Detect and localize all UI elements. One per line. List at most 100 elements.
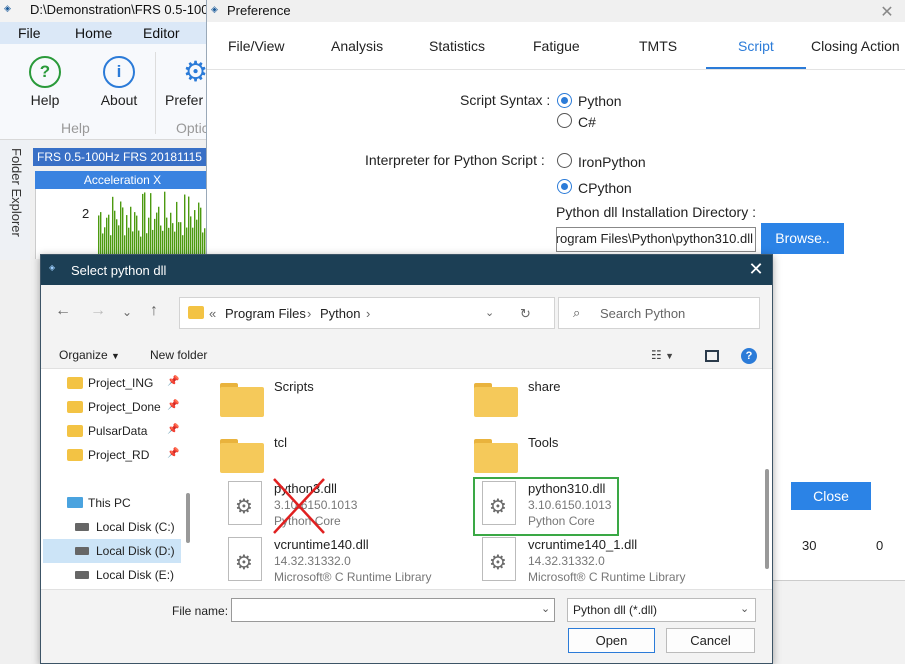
nav-item[interactable]: Local Disk (C:) [65,517,187,539]
help-icon[interactable]: ? [741,348,757,364]
breadcrumb-separator-icon: › [307,306,312,321]
spectrum-bar [170,212,172,259]
highlight-annotation [473,477,619,536]
new-folder-button[interactable]: New folder [150,348,207,362]
folder-item[interactable]: share [474,375,724,431]
spectrum-bar [134,212,136,259]
spectrum-bar [142,193,144,259]
nav-item-label: Local Disk (D:) [96,544,175,558]
nav-item[interactable]: Project_RD 📌 [65,445,187,467]
tab-script[interactable]: Script [738,38,774,54]
help-button-label: Help [30,92,60,108]
chevron-down-icon[interactable]: ⌄ [541,602,550,615]
help-button[interactable]: ? Help [20,56,70,108]
spectrum-bar [184,194,186,259]
cancel-button[interactable]: Cancel [666,628,755,653]
radio-python[interactable] [557,93,572,108]
file-description: Microsoft® C Runtime Library [274,570,432,584]
tab-file-view[interactable]: File/View [228,38,285,54]
chevron-down-icon[interactable]: ⌄ [740,602,749,615]
preference-button[interactable]: ⚙ Prefer [165,56,210,108]
folder-item[interactable]: Scripts [220,375,470,431]
search-box[interactable]: ⌕ Search Python [558,297,760,329]
spectrum-bar [154,218,156,259]
file-item[interactable]: ⚙ vcruntime140.dll 14.32.31332.0 Microsoft®… [220,533,470,589]
search-input[interactable]: Search Python [600,306,685,321]
menu-home[interactable]: Home [75,25,112,41]
filename-input[interactable] [231,598,555,622]
spectrum-bar [122,207,124,259]
tab-statistics[interactable]: Statistics [429,38,485,54]
radio-ironpython[interactable] [557,153,572,168]
file-version: 14.32.31332.0 [274,554,351,568]
nav-item-label: Local Disk (C:) [96,520,175,534]
nav-item[interactable]: PulsarData 📌 [65,421,187,443]
nav-item-label: Project_RD [88,448,150,462]
chevron-down-icon[interactable]: ⌄ [485,306,494,319]
folder-icon [474,439,518,473]
address-bar[interactable]: « Program Files › Python › ⌄ ↻ [179,297,555,329]
file-name: vcruntime140_1.dll [528,537,638,552]
nav-pane-scrollbar[interactable] [186,493,190,543]
organize-button[interactable]: Organize ▼ [59,348,120,362]
breadcrumb-python[interactable]: Python [320,306,360,321]
file-name: tcl [274,435,287,450]
file-dialog-close-button[interactable]: ✕ [746,259,766,280]
app-logo-icon: ◈ [4,3,11,13]
menu-editor[interactable]: Editor [143,25,180,41]
tab-closing-action[interactable]: Closing Action [811,38,900,54]
radio-cpython[interactable] [557,179,572,194]
nav-item[interactable]: Local Disk (E:) [65,565,187,587]
refresh-icon[interactable]: ↻ [520,306,531,322]
tab-tmts[interactable]: TMTS [639,38,677,54]
close-button[interactable]: Close [791,482,871,510]
breadcrumb-overflow-icon[interactable]: « [209,306,216,321]
app-logo-icon: ◈ [49,263,56,272]
spectrum-bar [200,207,202,259]
folder-explorer-tab[interactable]: Folder Explorer [9,148,24,237]
browse-button[interactable]: Browse.. [761,223,844,254]
menu-file[interactable]: File [18,25,41,41]
folder-icon [67,377,83,389]
forward-arrow-icon[interactable]: → [90,302,106,320]
dll-file-icon: ⚙ [228,537,262,581]
nav-item-label: This PC [88,496,131,510]
pin-icon: 📌 [167,424,180,435]
open-button[interactable]: Open [568,628,655,653]
file-item[interactable]: ⚙ vcruntime140_1.dll 14.32.31332.0 Microsof… [474,533,724,589]
drive-icon [75,571,89,579]
dll-path-input[interactable]: C:\Program Files\Python\python310.dll [556,227,756,252]
active-tab-indicator [706,67,806,69]
file-list-scrollbar[interactable] [765,469,769,569]
view-options-icon[interactable]: ☷ ▼ [651,348,674,362]
tab-fatigue[interactable]: Fatigue [533,38,580,54]
up-arrow-icon[interactable]: ↑ [150,302,158,320]
x-tick-label: 30 [802,538,817,553]
breadcrumb-separator-icon: › [366,306,371,321]
about-button-label: About [100,92,138,108]
radio-csharp-label: C# [578,114,596,130]
preference-close-button[interactable]: ✕ [877,2,897,22]
pc-icon [67,497,83,508]
nav-item[interactable]: Project_Done 📌 [65,397,187,419]
spectrum-bar [148,217,150,259]
chevron-down-icon[interactable]: ⌄ [122,305,132,319]
tab-analysis[interactable]: Analysis [331,38,383,54]
nav-item[interactable]: Local Disk (D:) [65,541,187,563]
spectrum-bar [112,196,114,259]
breadcrumb-program-files[interactable]: Program Files [225,306,306,321]
preference-title: Preference [227,3,291,18]
dll-dir-label: Python dll Installation Directory : [556,204,756,220]
radio-csharp[interactable] [557,113,572,128]
back-arrow-icon[interactable]: ← [55,302,71,320]
dll-file-icon: ⚙ [228,481,262,525]
chart-area [35,189,212,259]
filetype-select[interactable]: Python dll (*.dll) [567,598,756,622]
nav-item[interactable]: This PC [65,493,187,515]
file-item[interactable]: ⚙ python3.dll 3.10.6150.1013 Python Core [220,477,470,534]
about-button[interactable]: i About [94,56,144,108]
nav-item[interactable]: Project_ING 📌 [65,373,187,395]
spectrum-bar [156,212,158,259]
preview-pane-icon[interactable] [705,350,719,362]
chart-window-title: FRS 0.5-100Hz FRS 20181115 [33,148,208,166]
